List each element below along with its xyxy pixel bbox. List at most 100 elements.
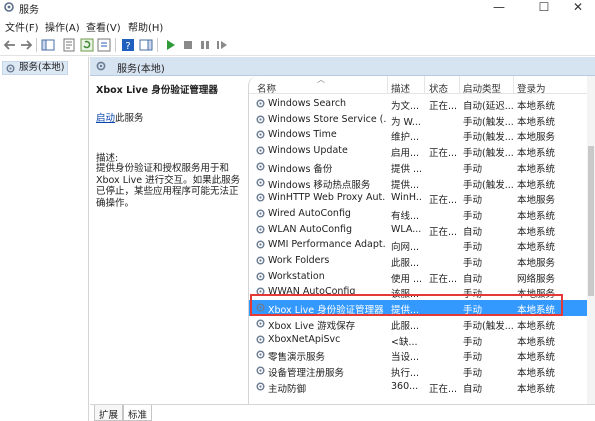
maximize-button[interactable]: ☐ — [527, 0, 561, 15]
column-divider[interactable] — [513, 76, 514, 94]
gear-icon — [6, 64, 15, 73]
table-row[interactable]: Windows Search 为文... 正在... 自动(延迟... 本地系统 — [249, 96, 595, 112]
service-description: 提供... — [391, 179, 420, 191]
show-action-pane-icon[interactable] — [139, 38, 153, 52]
service-startup-type: 自动(延迟... — [463, 101, 514, 112]
service-logon-as: 本地系统 — [517, 367, 556, 379]
gear-icon — [255, 381, 266, 392]
service-name: Windows Search — [268, 98, 347, 109]
service-logon-as: 本地系统 — [517, 320, 556, 332]
service-name: WMI Performance Adapt... — [268, 239, 386, 251]
help-icon[interactable]: ? — [121, 38, 135, 52]
scrollbar-thumb[interactable] — [588, 146, 594, 296]
export-list-icon[interactable] — [97, 38, 111, 52]
menu-view[interactable]: 查看(V) — [86, 19, 121, 34]
start-service-line: 启动此服务 — [96, 110, 144, 124]
menu-help[interactable]: 帮助(H) — [128, 19, 163, 34]
table-row[interactable]: Windows Store Service (... 为 W... 手动(触发...… — [249, 112, 595, 128]
vertical-scrollbar[interactable] — [587, 76, 595, 406]
content-header-title: 服务(本地) — [117, 64, 165, 75]
service-startup-type: 自动 — [463, 226, 483, 238]
table-row[interactable]: Work Folders 此服... 手动 本地服务 — [249, 253, 595, 269]
column-divider[interactable] — [387, 76, 388, 94]
table-row[interactable]: Windows Update 启用... 正在... 手动(触发... 本地系统 — [249, 143, 595, 159]
service-status: 正在... — [429, 226, 458, 238]
table-row[interactable]: Windows Time 维护... 手动(触发... 本地服务 — [249, 127, 595, 143]
minimize-button[interactable]: — — [482, 0, 516, 15]
title-bar: 服务 — ☐ ✕ — [0, 0, 595, 16]
table-row[interactable]: WMI Performance Adapt... 向网... 手动 本地系统 — [249, 237, 595, 253]
service-logon-as: 本地服务 — [517, 258, 556, 269]
service-description: 360... — [391, 380, 419, 392]
close-button[interactable]: ✕ — [561, 0, 595, 15]
pause-service-icon[interactable] — [198, 38, 212, 52]
service-description: WLA... — [391, 223, 421, 235]
table-row[interactable]: XboxNetApiSvc <缺... 手动 本地系统 — [249, 332, 595, 348]
description-pane: Xbox Live 身份验证管理器 启动此服务 描述: 提供身份验证和授权服务用… — [90, 76, 248, 406]
gear-icon — [255, 208, 266, 219]
column-status[interactable]: 状态 — [429, 81, 448, 95]
restart-service-icon[interactable] — [215, 38, 229, 52]
service-name: Windows 移动热点服务 — [268, 179, 371, 191]
column-name[interactable]: 名称 — [257, 81, 276, 95]
service-status: 正在... — [429, 273, 458, 285]
sort-ascending-icon: ︿ — [317, 76, 325, 84]
table-row[interactable]: WinHTTP Web Proxy Aut... WinH... 正在... 手动 本地… — [249, 190, 595, 206]
gear-icon — [255, 318, 266, 329]
content-header: 服务(本地) — [90, 57, 595, 76]
service-description: 当设... — [391, 352, 420, 364]
gear-icon — [255, 161, 266, 172]
column-description[interactable]: 描述 — [391, 81, 410, 95]
column-logon-as[interactable]: 登录为 — [517, 81, 546, 95]
service-status: 正在... — [429, 101, 458, 112]
tab-extended[interactable]: 扩展 — [94, 405, 124, 421]
table-row[interactable]: Xbox Live 游戏保存 此服... 手动(触发... 本地系统 — [249, 316, 595, 332]
services-app-icon — [4, 2, 14, 12]
service-logon-as: 本地系统 — [517, 352, 556, 364]
selection-highlight-box — [250, 294, 563, 316]
table-row[interactable]: Windows 备份 提供 ... 手动 本地系统 — [249, 159, 595, 175]
start-service-link[interactable]: 启动 — [96, 113, 115, 124]
service-description: 提供 ... — [391, 163, 421, 175]
service-description: WinH... — [391, 192, 421, 204]
forward-arrow-icon[interactable] — [19, 38, 33, 52]
service-startup-type: 手动(触发... — [463, 132, 514, 144]
toolbar-separator — [157, 38, 158, 52]
service-name: 设备管理注册服务 — [268, 367, 345, 379]
table-row[interactable]: 零售演示服务 当设... 手动 本地系统 — [249, 347, 595, 363]
back-arrow-icon[interactable] — [3, 38, 17, 52]
column-divider[interactable] — [424, 76, 425, 94]
service-logon-as: 本地系统 — [517, 179, 556, 191]
table-row[interactable]: 主动防御 360... 正在... 自动 本地系统 — [249, 379, 595, 395]
table-row[interactable]: Windows 移动热点服务 提供... 手动(触发... 本地系统 — [249, 175, 595, 191]
table-row[interactable]: Workstation 使用 ... 正在... 自动 网络服务 — [249, 269, 595, 285]
properties-icon[interactable] — [62, 38, 76, 52]
service-description: 为文... — [391, 101, 420, 112]
menu-action[interactable]: 操作(A) — [45, 19, 80, 34]
table-row[interactable]: Wired AutoConfig 有线... 手动 本地系统 — [249, 206, 595, 222]
service-name: 零售演示服务 — [268, 352, 326, 364]
column-startup-type[interactable]: 启动类型 — [463, 81, 501, 95]
service-status: 正在... — [429, 148, 458, 160]
show-console-tree-icon[interactable] — [41, 38, 55, 52]
tab-standard[interactable]: 标准 — [123, 405, 153, 421]
service-description: 有线... — [391, 210, 420, 222]
view-tabs: 扩展 标准 — [90, 404, 595, 421]
refresh-icon[interactable] — [80, 38, 94, 52]
service-description: 使用 ... — [391, 273, 421, 285]
gear-icon — [255, 192, 266, 203]
start-service-icon[interactable] — [163, 38, 177, 52]
table-row[interactable]: 设备管理注册服务 执行... 手动 本地系统 — [249, 363, 595, 379]
service-startup-type: 手动(触发... — [463, 116, 514, 128]
toolbar-separator — [36, 38, 37, 52]
table-row[interactable]: WLAN AutoConfig WLA... 正在... 自动 本地系统 — [249, 222, 595, 238]
tree-item-services-local[interactable]: 服务(本地) — [2, 61, 69, 75]
menu-file[interactable]: 文件(F) — [5, 19, 39, 34]
selected-service-title: Xbox Live 身份验证管理器 — [96, 85, 218, 96]
service-logon-as: 本地服务 — [517, 195, 556, 207]
service-startup-type: 手动 — [463, 336, 483, 348]
column-divider[interactable] — [459, 76, 460, 94]
description-text: 提供身份验证和授权服务用于和 Xbox Live 进行交互。如果此服务已停止，某… — [96, 163, 241, 209]
stop-service-icon[interactable] — [181, 38, 195, 52]
toolbar: ? — [0, 34, 595, 56]
